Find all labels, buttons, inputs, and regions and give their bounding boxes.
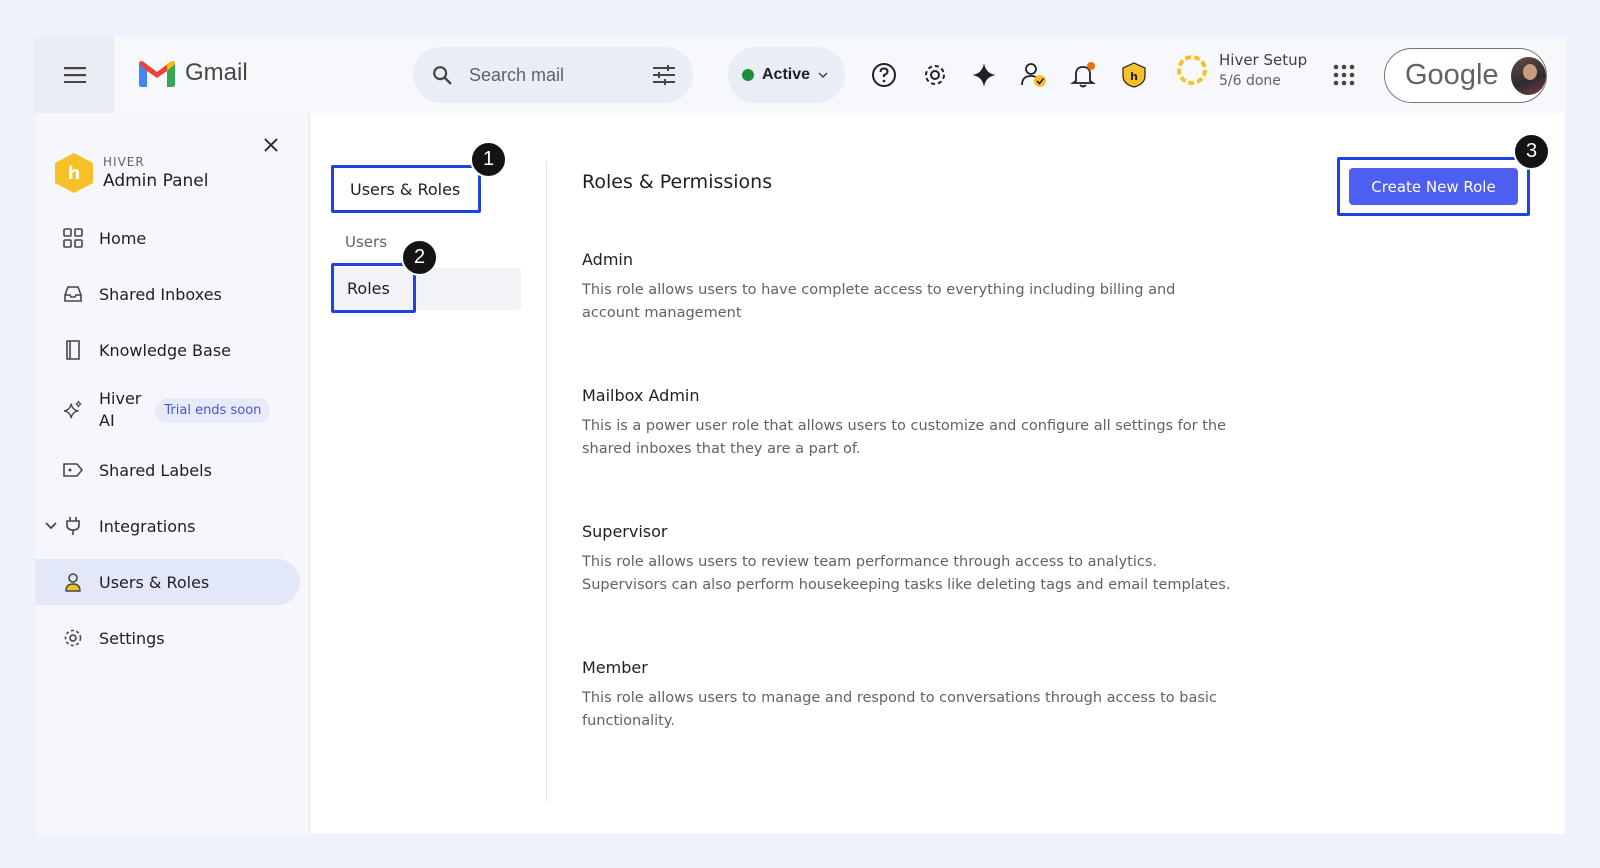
role-description: This role allows users to manage and res… — [582, 690, 1217, 729]
chevron-down-icon[interactable] — [45, 522, 57, 530]
label-share-icon — [63, 460, 83, 480]
help-icon — [872, 63, 896, 87]
subnav-item-users[interactable]: Users — [345, 233, 387, 251]
role-description: This is a power user role that allows us… — [582, 418, 1227, 457]
sidebar-item-label: Home — [99, 228, 147, 248]
close-panel-button[interactable] — [261, 135, 281, 155]
page-title: Roles & Permissions — [582, 171, 773, 193]
plug-icon — [63, 516, 83, 536]
role-description: This role allows users to review team pe… — [582, 554, 1231, 593]
app-name: Gmail — [185, 59, 248, 86]
setup-title: Hiver Setup — [1219, 51, 1308, 69]
sidebar-item-integrations[interactable]: Integrations — [35, 503, 310, 549]
gear-icon — [63, 628, 83, 648]
step-marker-1: 1 — [470, 141, 507, 178]
gear-icon — [925, 65, 945, 85]
subnav-heading-users-roles[interactable]: Users & Roles — [331, 165, 481, 213]
google-account-button[interactable]: Google — [1384, 48, 1547, 103]
role-card-admin: Admin This role allows users to have com… — [582, 250, 1242, 325]
search-icon — [433, 66, 452, 85]
step-marker-3: 3 — [1513, 133, 1550, 170]
trial-badge: Trial ends soon — [155, 397, 271, 423]
svg-text:h: h — [1130, 70, 1138, 83]
notifications-button[interactable] — [1068, 59, 1100, 91]
chevron-down-icon — [818, 72, 828, 78]
sidebar-item-shared-inboxes[interactable]: Shared Inboxes — [35, 271, 310, 317]
close-icon — [264, 138, 278, 152]
status-label: Active — [762, 66, 811, 83]
progress-ring-icon — [1177, 55, 1207, 85]
inbox-icon — [63, 284, 83, 304]
search-bar[interactable]: Search mail — [413, 47, 693, 103]
sidebar-item-label: Shared Labels — [99, 460, 212, 480]
sidebar-item-shared-labels[interactable]: Shared Labels — [35, 447, 310, 493]
sparkle-icon — [972, 63, 996, 87]
hiver-logo-icon: h — [55, 153, 93, 193]
subnav-item-roles[interactable]: Roles — [331, 263, 416, 313]
brand-title: Admin Panel — [103, 171, 209, 191]
avatar — [1510, 56, 1546, 95]
sidebar-item-settings[interactable]: Settings — [35, 615, 310, 661]
sidebar-item-label: Knowledge Base — [99, 340, 231, 360]
ai-sparkle-button[interactable] — [968, 59, 1000, 91]
google-wordmark: Google — [1405, 59, 1499, 91]
sidebar-item-knowledge-base[interactable]: Knowledge Base — [35, 327, 310, 373]
role-name: Member — [582, 658, 648, 677]
app-window: Gmail Search mail Active h Hiver Setup 5… — [35, 37, 1565, 834]
book-icon — [63, 340, 83, 360]
gmail-logo[interactable]: Gmail — [139, 59, 248, 87]
grid-icon — [63, 228, 83, 248]
sidebar-item-label: Settings — [99, 628, 165, 648]
user-check-icon — [1021, 63, 1046, 87]
content-divider — [546, 161, 547, 801]
settings-button[interactable] — [919, 59, 951, 91]
brand-kicker: HIVER — [103, 155, 145, 169]
role-card-member: Member This role allows users to manage … — [582, 658, 1242, 733]
role-name: Mailbox Admin — [582, 386, 700, 405]
hiver-shield-icon: h — [1122, 62, 1146, 88]
apps-grid-icon — [1333, 64, 1355, 86]
apps-launcher-button[interactable] — [1328, 59, 1360, 91]
gmail-logo-icon — [139, 60, 175, 87]
main-menu-button[interactable] — [35, 37, 114, 113]
sidebar-item-home[interactable]: Home — [35, 215, 310, 261]
status-dot — [742, 69, 754, 81]
sidebar-item-label: Users & Roles — [99, 572, 210, 592]
sidebar-item-label: Shared Inboxes — [99, 284, 222, 304]
hiver-extension-button[interactable]: h — [1118, 59, 1150, 91]
sidebar-item-label: Hiver AI — [99, 389, 142, 430]
sidebar-nav: Home Shared Inboxes Knowledge Base Hiver… — [35, 215, 310, 671]
status-dropdown[interactable]: Active — [728, 47, 845, 103]
create-new-role-button[interactable]: Create New Role — [1349, 168, 1518, 205]
help-button[interactable] — [868, 59, 900, 91]
sidebar-item-hiver-ai[interactable]: Hiver AI Trial ends soon — [35, 383, 310, 437]
hiver-setup-progress[interactable]: Hiver Setup 5/6 done — [1175, 51, 1307, 89]
setup-progress-text: 5/6 done — [1219, 73, 1281, 89]
gmail-header: Gmail Search mail Active h Hiver Setup 5… — [35, 37, 1565, 113]
sidebar-item-label: Integrations — [99, 516, 196, 536]
sidebar-item-users-roles[interactable]: Users & Roles — [35, 559, 300, 605]
role-name: Admin — [582, 250, 633, 269]
create-role-highlight: Create New Role — [1337, 157, 1530, 216]
search-input[interactable]: Search mail — [469, 65, 653, 86]
users-roles-subnav: Users & Roles Users Roles — [310, 113, 536, 834]
sparkles-icon — [63, 400, 83, 420]
role-card-mailbox-admin: Mailbox Admin This is a power user role … — [582, 386, 1242, 461]
admin-sidebar: h HIVER Admin Panel Home Shared Inboxes … — [35, 113, 310, 834]
person-icon — [63, 572, 83, 592]
user-availability-button[interactable] — [1018, 59, 1050, 91]
menu-icon — [63, 67, 86, 83]
admin-panel-brand: h HIVER Admin Panel — [55, 153, 208, 193]
step-marker-2: 2 — [401, 239, 438, 276]
bell-icon — [1070, 62, 1096, 88]
filter-options-icon[interactable] — [653, 65, 675, 85]
role-description: This role allows users to have complete … — [582, 282, 1176, 321]
role-card-supervisor: Supervisor This role allows users to rev… — [582, 522, 1242, 597]
role-name: Supervisor — [582, 522, 668, 541]
